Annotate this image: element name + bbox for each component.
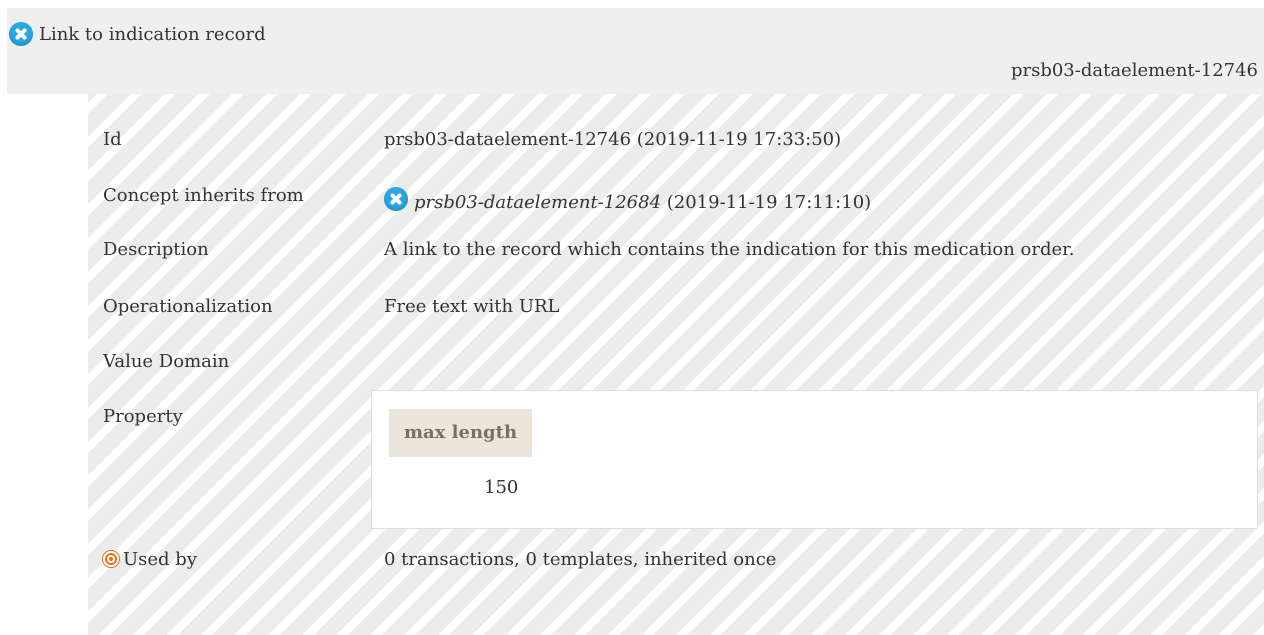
concept-title: Link to indication record xyxy=(39,23,266,45)
property-value: 150 xyxy=(484,477,519,498)
used-by-icon[interactable] xyxy=(103,551,119,567)
property-header: max length xyxy=(389,409,532,457)
value-domain-label: Value Domain xyxy=(103,351,230,372)
property-box: max length 150 xyxy=(371,390,1258,529)
used-by-label: Used by xyxy=(123,549,197,570)
description-label: Description xyxy=(103,239,209,260)
details-panel: Id prsb03-dataelement-12746 (2019-11-19 … xyxy=(88,94,1264,635)
concept-header: Link to indication record prsb03-dataele… xyxy=(7,8,1264,94)
inherits-date: (2019-11-19 17:11:10) xyxy=(666,192,872,213)
used-by-value: 0 transactions, 0 templates, inherited o… xyxy=(384,549,777,570)
operationalization-value: Free text with URL xyxy=(384,296,560,317)
inherits-label: Concept inherits from xyxy=(103,185,304,206)
operationalization-label: Operationalization xyxy=(103,296,273,317)
header-left: Link to indication record xyxy=(9,22,266,46)
concept-id: prsb03-dataelement-12746 xyxy=(1010,60,1258,81)
concept-icon[interactable] xyxy=(9,22,33,46)
id-label: Id xyxy=(103,129,122,150)
id-value: prsb03-dataelement-12746 (2019-11-19 17:… xyxy=(384,129,842,150)
used-by-label-wrap: Used by xyxy=(103,549,197,570)
inherit-concept-icon[interactable] xyxy=(384,187,408,211)
description-value: A link to the record which contains the … xyxy=(384,239,1075,260)
page: Link to indication record prsb03-dataele… xyxy=(0,0,1264,635)
inherits-value: prsb03-dataelement-12684 (2019-11-19 17:… xyxy=(384,187,871,213)
property-label: Property xyxy=(103,406,183,427)
inherits-ref-link[interactable]: prsb03-dataelement-12684 xyxy=(414,192,661,213)
